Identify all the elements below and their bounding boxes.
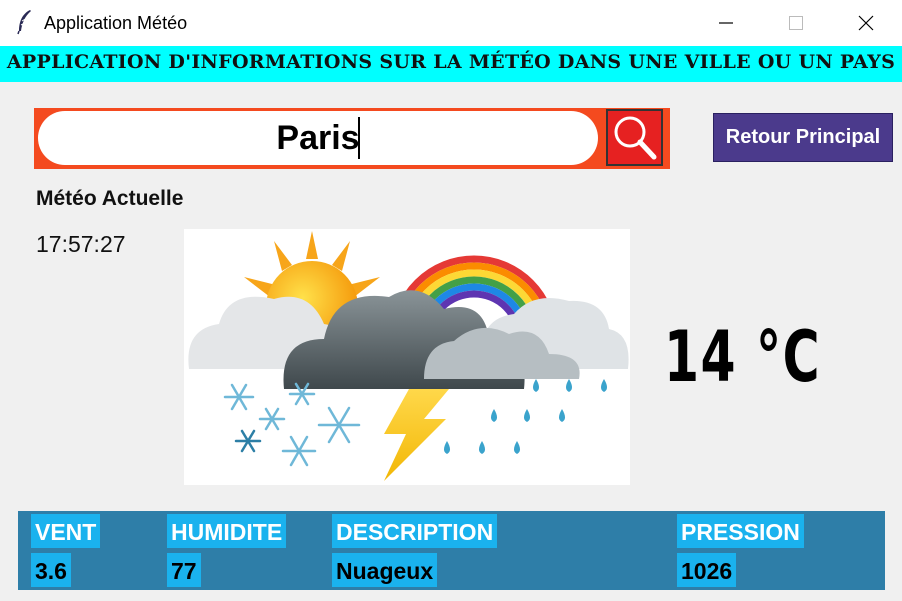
weather-info-panel: VENT HUMIDITE DESCRIPTION PRESSION 3.6 7… (18, 511, 885, 590)
time-label: 17:57:27 (36, 231, 126, 257)
pressure-value: 1026 (677, 553, 737, 587)
retour-principal-button[interactable]: Retour Principal (713, 113, 893, 162)
header-banner: APPLICATION D'INFORMATIONS SUR LA MÉTÉO … (0, 46, 902, 82)
close-icon (858, 15, 874, 31)
city-search-input[interactable] (38, 111, 598, 165)
current-weather-heading: Météo Actuelle (36, 187, 184, 210)
wind-value: 3.6 (31, 553, 71, 587)
window-title: Application Météo (44, 13, 188, 33)
banner-title: APPLICATION D'INFORMATIONS SUR LA MÉTÉO … (6, 51, 896, 73)
weather-image (184, 229, 630, 485)
search-button[interactable] (606, 109, 663, 166)
temperature-label: 14 °C (664, 316, 822, 398)
description-value: Nuageux (332, 553, 438, 587)
magnifier-icon (614, 116, 657, 160)
maximize-button[interactable] (773, 0, 819, 46)
maximize-icon (789, 16, 803, 30)
minimize-button[interactable] (703, 0, 749, 46)
weather-illustration-icon (188, 231, 629, 481)
title-bar: Application Météo (0, 0, 902, 46)
feather-icon (17, 10, 31, 35)
minimize-icon (719, 22, 733, 24)
humidity-value: 77 (167, 553, 201, 587)
text-caret (358, 117, 360, 159)
humidity-header: HUMIDITE (167, 514, 287, 548)
wind-header: VENT (31, 514, 101, 548)
close-button[interactable] (843, 0, 889, 46)
description-header: DESCRIPTION (332, 514, 498, 548)
pressure-header: PRESSION (677, 514, 804, 548)
